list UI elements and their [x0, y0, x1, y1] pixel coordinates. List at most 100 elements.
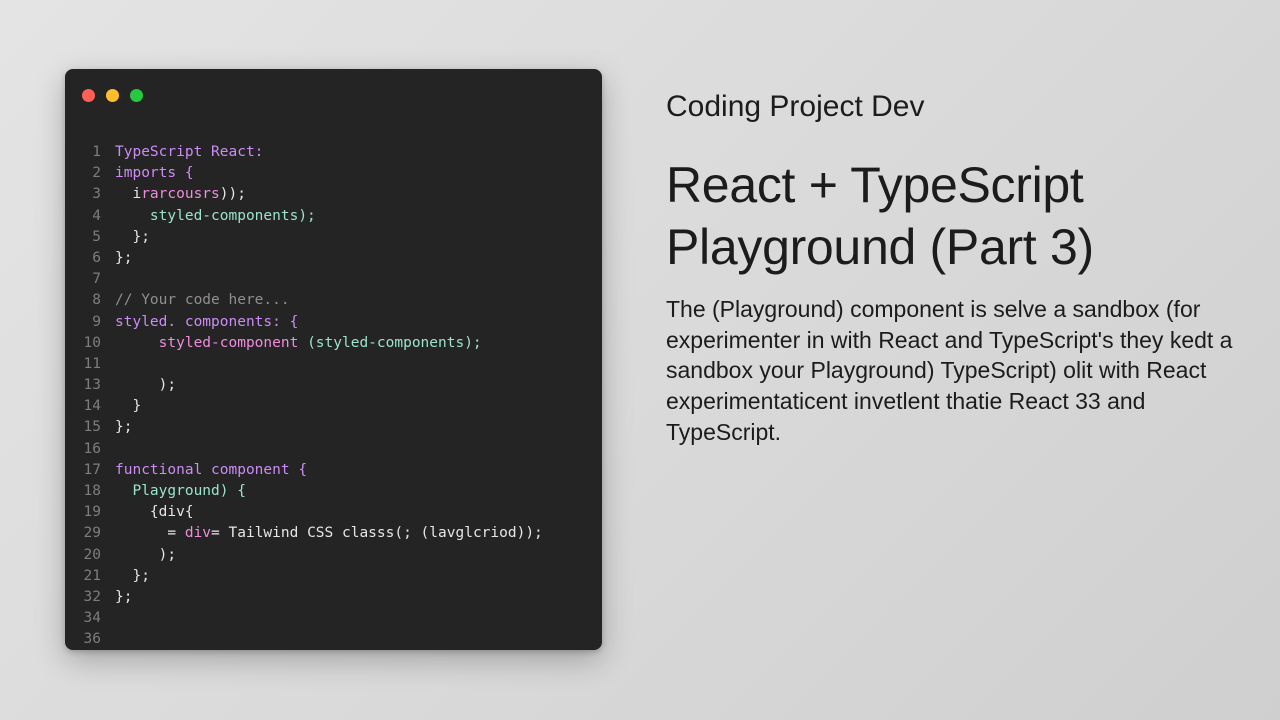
line-number: 3 — [92, 186, 101, 203]
code-text: }; — [101, 587, 132, 608]
code-line: 17 functional component { — [65, 460, 602, 481]
code-line: 7 — [65, 269, 602, 290]
code-text: }; — [101, 248, 132, 269]
page-title: React + TypeScript Playground (Part 3) — [666, 154, 1256, 278]
code-text: functional component { — [101, 460, 307, 481]
code-text: = div= Tailwind CSS classs(; (lavglcriod… — [101, 523, 542, 544]
title-line-2: Playground (Part 3) — [666, 219, 1094, 275]
code-text: {div{ — [101, 502, 194, 523]
code-token: styled-components); — [115, 207, 316, 224]
code-line: 15}; — [65, 417, 602, 438]
description-text: The (Playground) component is selve a sa… — [666, 296, 1233, 445]
code-text: Playground) { — [101, 481, 246, 502]
code-token: // Your code here... — [115, 292, 290, 309]
code-token: styled. components: { — [115, 313, 299, 330]
code-token: rarcousrs — [141, 186, 220, 203]
line-number: 11 — [83, 355, 101, 372]
line-number: 36 — [83, 631, 101, 648]
line-number: 4 — [92, 207, 101, 224]
code-token: div — [184, 525, 212, 542]
code-text: // Your code here... — [101, 290, 290, 311]
line-number: 34 — [83, 610, 101, 627]
line-number: 9 — [92, 313, 101, 330]
code-text: } — [101, 396, 141, 417]
code-line: 32}; — [65, 587, 602, 608]
code-line: 5 }; — [65, 227, 602, 248]
code-text: ); — [101, 375, 176, 396]
code-line: 2 imports { — [65, 163, 602, 184]
project-label: Coding Project Dev — [666, 90, 925, 123]
code-line: 36 — [65, 629, 602, 650]
line-number: 19 — [83, 504, 101, 521]
close-window-icon[interactable] — [82, 89, 95, 102]
code-text: ); — [101, 545, 176, 566]
code-line: 6}; — [65, 248, 602, 269]
code-text: imports { — [101, 163, 194, 184]
line-number: 1 — [92, 144, 101, 160]
line-number: 5 — [92, 228, 101, 245]
code-line: 29 = div= Tailwind CSS classs(; (lavglcr… — [65, 523, 602, 544]
line-number: 7 — [92, 271, 101, 288]
title-line-1: React + TypeScript — [666, 157, 1084, 213]
code-text: styled. components: { — [101, 312, 298, 333]
code-line: 8 // Your code here... — [65, 290, 602, 311]
code-text: styled-component (styled-components); — [101, 333, 482, 354]
code-line: 19 {div{ — [65, 502, 602, 523]
code-text: styled-components); — [101, 206, 316, 227]
code-line: 1 TypeScript React: — [65, 142, 602, 163]
code-line: 13 ); — [65, 375, 602, 396]
code-line: 18 Playground) { — [65, 481, 602, 502]
code-token: functional component { — [115, 461, 308, 478]
code-text: }; — [101, 417, 132, 438]
code-line: 4 styled-components); — [65, 206, 602, 227]
code-editor-window: 1 TypeScript React: 2 imports { 3 irarcousrs… — [65, 69, 602, 650]
line-number: 18 — [83, 483, 101, 499]
code-text: }; — [101, 566, 150, 587]
line-number: 8 — [92, 292, 101, 309]
code-line: 34 — [65, 608, 602, 629]
code-token: )); — [219, 186, 246, 203]
code-token: ); — [115, 546, 177, 563]
code-token: }; — [115, 588, 133, 605]
code-line: 9 styled. components: { — [65, 312, 602, 333]
maximize-window-icon[interactable] — [130, 89, 143, 102]
code-token: Playground) { — [115, 483, 246, 499]
code-token: = — [115, 525, 185, 542]
line-number: 15 — [83, 419, 101, 436]
line-number: 32 — [83, 588, 101, 605]
code-line: 20 ); — [65, 545, 602, 566]
code-text: TypeScript React: — [101, 142, 263, 163]
window-controls — [82, 89, 143, 102]
line-number: 29 — [83, 525, 101, 542]
code-token: imports { — [115, 165, 194, 182]
line-number: 13 — [83, 377, 101, 394]
line-number: 10 — [83, 334, 101, 351]
line-number: 14 — [83, 398, 101, 415]
code-token: TypeScript React: — [115, 144, 264, 160]
code-token: styled-component — [115, 334, 308, 351]
code-line: 3 irarcousrs)); — [65, 184, 602, 205]
code-token: (styled-components); — [307, 334, 482, 351]
code-token: ); — [115, 377, 177, 394]
code-text: }; — [101, 227, 150, 248]
code-token: }; — [115, 228, 150, 245]
code-token: }; — [115, 249, 133, 266]
code-line: 21 }; — [65, 566, 602, 587]
code-token: }; — [115, 567, 150, 584]
code-line: 10 styled-component (styled-components); — [65, 333, 602, 354]
line-number: 20 — [83, 546, 101, 563]
code-line: 16 — [65, 439, 602, 460]
content-panel: Coding Project Dev React + TypeScript Pl… — [666, 86, 1256, 448]
code-token: }; — [115, 419, 133, 436]
code-area[interactable]: 1 TypeScript React: 2 imports { 3 irarcousrs… — [65, 142, 602, 650]
line-number: 2 — [92, 165, 101, 182]
code-token: {div{ — [115, 504, 194, 521]
minimize-window-icon[interactable] — [106, 89, 119, 102]
code-line: 14 } — [65, 396, 602, 417]
code-text: irarcousrs)); — [101, 184, 246, 205]
line-number: 21 — [83, 567, 101, 584]
